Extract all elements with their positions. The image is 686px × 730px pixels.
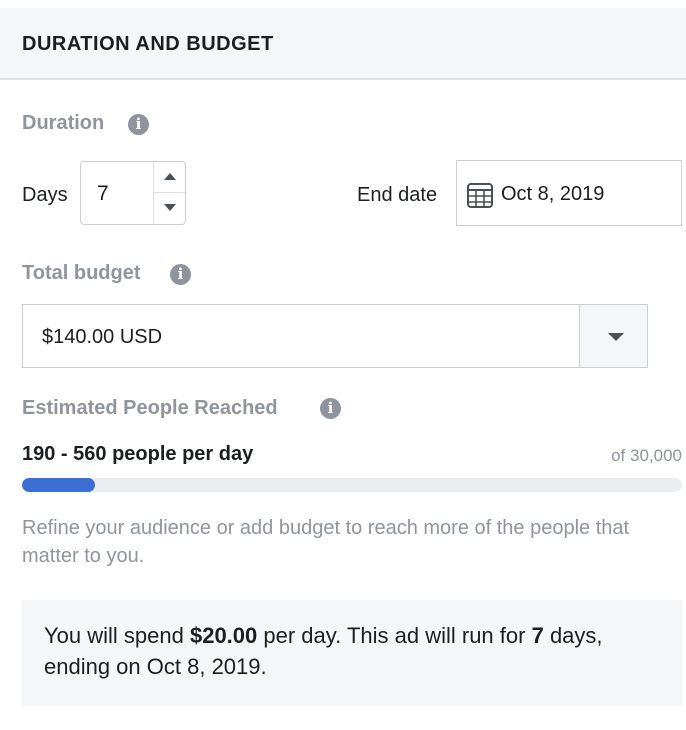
spend-summary: You will spend $20.00 per day. This ad w… [22, 600, 682, 706]
daily-spend: $20.00 [189, 623, 258, 648]
run-days: 7 [531, 623, 544, 648]
days-stepper: 7 [80, 161, 186, 225]
end-date-label: End date [357, 184, 438, 206]
calendar-icon [467, 183, 493, 208]
summary-text: per day. This ad will run for [257, 623, 532, 648]
summary-end-date: Oct 8, 2019 [146, 654, 261, 679]
reach-hint: Refine your audience or add budget to re… [22, 517, 630, 567]
end-date-picker[interactable]: Oct 8, 2019 [456, 160, 682, 226]
section-header: DURATION AND BUDGET [0, 8, 686, 80]
budget-value: $140.00 USD [42, 326, 163, 348]
budget-input[interactable]: $140.00 USD [22, 304, 580, 368]
reach-progress-fill [22, 478, 95, 492]
chevron-up-icon [164, 173, 176, 180]
info-icon[interactable]: i [170, 264, 191, 285]
days-label: Days [22, 184, 68, 206]
summary-text: . [260, 654, 267, 679]
end-date-value: Oct 8, 2019 [501, 183, 605, 205]
info-icon[interactable]: i [128, 114, 149, 135]
days-input[interactable]: 7 [97, 182, 109, 206]
chevron-down-icon [164, 204, 176, 211]
duration-label: Duration [22, 112, 105, 134]
total-budget-label: Total budget [22, 262, 141, 284]
summary-text: You will spend [44, 623, 190, 648]
decrement-button[interactable] [154, 193, 185, 224]
estimated-reach-label: Estimated People Reached [22, 397, 278, 419]
increment-button[interactable] [154, 162, 185, 193]
budget-type-dropdown[interactable] [580, 304, 648, 368]
reach-total: of 30,000 [611, 446, 682, 465]
caret-down-icon [608, 333, 624, 341]
reach-range: 190 - 560 people per day [22, 443, 254, 465]
section-title: DURATION AND BUDGET [22, 33, 274, 55]
reach-progress-bar [22, 478, 682, 492]
info-icon[interactable]: i [320, 398, 341, 419]
